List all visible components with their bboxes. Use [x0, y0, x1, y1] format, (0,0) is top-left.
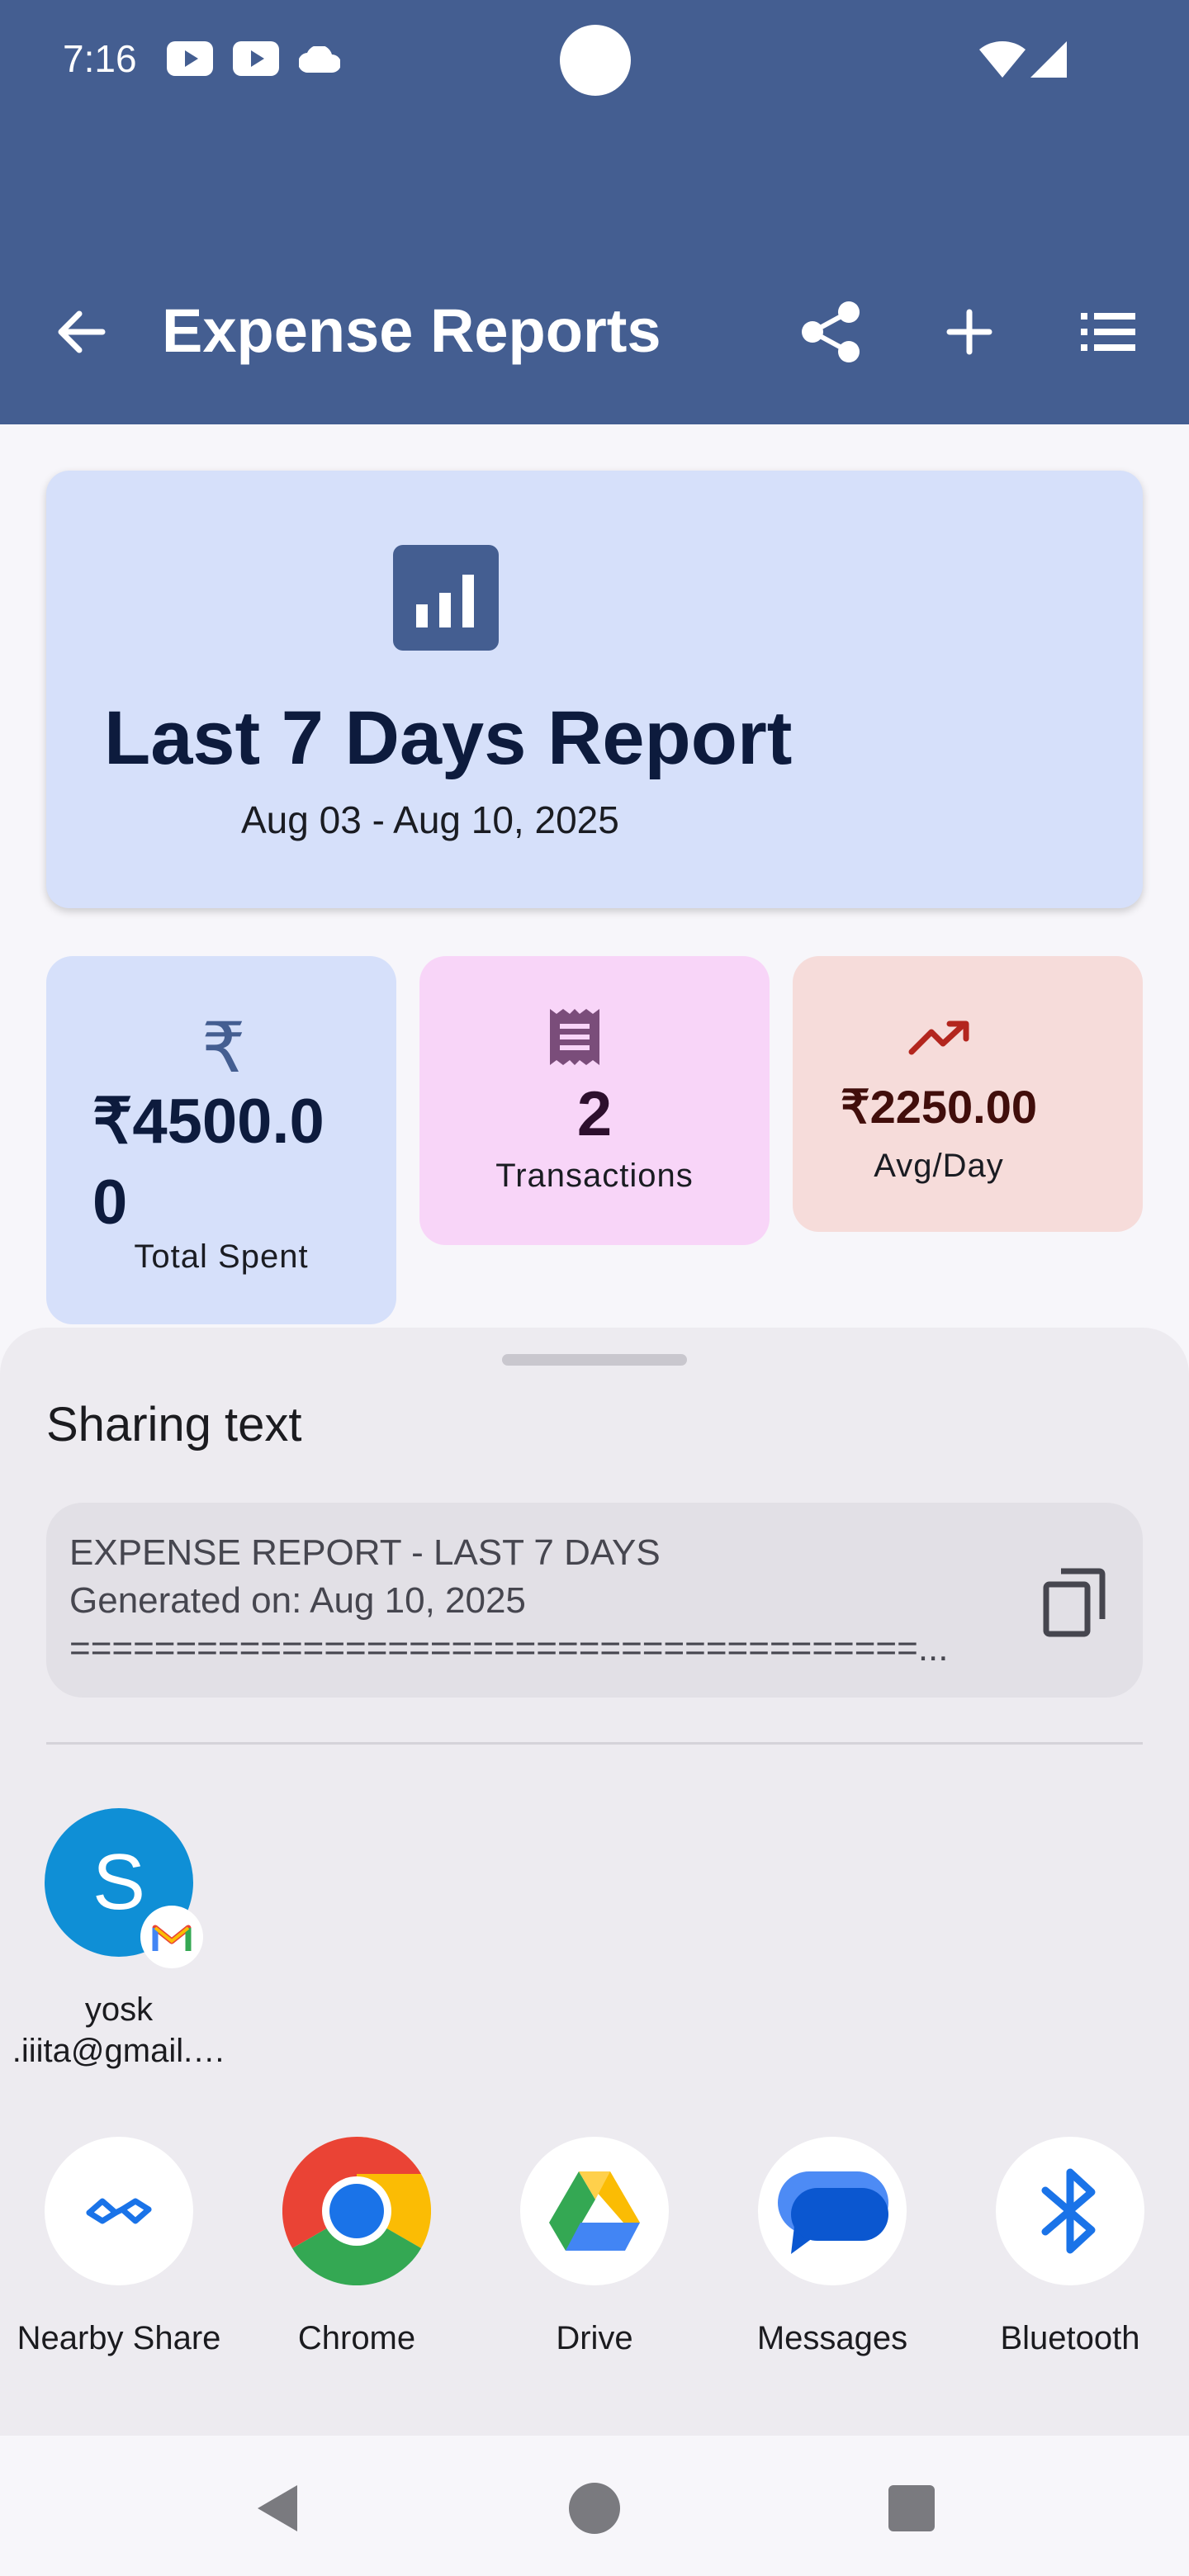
- stat-value: ₹2250.00: [840, 1081, 1038, 1133]
- preview-line: Generated on: Aug 10, 2025: [69, 1580, 526, 1621]
- receipt-icon: [547, 1009, 603, 1069]
- report-date-range: Aug 03 - Aug 10, 2025: [241, 798, 619, 841]
- preview-line: EXPENSE REPORT - LAST 7 DAYS: [69, 1532, 661, 1573]
- stat-card-total-spent: ₹ ₹4500.0 0 Total Spent: [46, 956, 396, 1324]
- share-icon: [802, 301, 860, 362]
- add-icon: [946, 309, 992, 355]
- youtube-icon: [167, 41, 213, 80]
- nav-back-button[interactable]: [244, 2475, 310, 2541]
- messages-icon: [758, 2137, 907, 2285]
- chrome-icon: [282, 2137, 431, 2285]
- page-title: Expense Reports: [162, 296, 661, 365]
- share-sheet-title: Sharing text: [46, 1398, 302, 1451]
- youtube-icon: [233, 41, 279, 80]
- rupee-icon: ₹: [201, 1007, 246, 1088]
- share-button[interactable]: [796, 297, 865, 367]
- home-circle-icon: [569, 2483, 620, 2534]
- bluetooth-icon: [996, 2137, 1144, 2285]
- status-bar: 7:16: [0, 0, 1189, 116]
- share-target-drive[interactable]: Drive: [476, 2137, 713, 2384]
- avatar-initial: S: [92, 1838, 146, 1926]
- contact-name-line1: yosk: [84, 1991, 154, 2028]
- direct-share-contact[interactable]: S yosk .iiita@gmail.…: [12, 1808, 226, 2081]
- share-target-nearby-share[interactable]: Nearby Share: [0, 2137, 238, 2384]
- report-header-card: Last 7 Days Report Aug 03 - Aug 10, 2025: [46, 471, 1143, 908]
- wifi-icon: [979, 40, 1026, 82]
- stat-label: Avg/Day: [874, 1148, 1004, 1184]
- nav-recents-button[interactable]: [879, 2475, 945, 2541]
- divider: [46, 1742, 1143, 1745]
- app-label: Chrome: [297, 2320, 416, 2356]
- trending-up-icon: [908, 1019, 971, 1059]
- recents-square-icon: [888, 2485, 935, 2531]
- app-label: Messages: [756, 2320, 908, 2356]
- list-button[interactable]: [1073, 297, 1143, 367]
- app-label: Nearby Share: [17, 2320, 221, 2356]
- back-arrow-icon: [58, 310, 106, 353]
- app-label: Bluetooth: [1000, 2320, 1140, 2356]
- gmail-icon: [140, 1906, 203, 1968]
- share-target-bluetooth[interactable]: Bluetooth: [951, 2137, 1189, 2384]
- preview-line: ========================================…: [69, 1628, 949, 1669]
- status-time: 7:16: [63, 37, 137, 80]
- stat-label: Transactions: [495, 1158, 694, 1194]
- list-icon: [1081, 313, 1135, 351]
- text-preview: EXPENSE REPORT - LAST 7 DAYS Generated o…: [46, 1503, 1143, 1698]
- share-target-messages[interactable]: Messages: [713, 2137, 951, 2384]
- stat-card-avg-per-day: ₹2250.00 Avg/Day: [793, 956, 1143, 1232]
- front-camera: [560, 25, 631, 96]
- stat-label: Total Spent: [134, 1238, 309, 1275]
- signal-icon: [1030, 41, 1067, 82]
- back-triangle-icon: [258, 2485, 297, 2531]
- stat-value-line1: ₹4500.0: [92, 1087, 324, 1157]
- nav-home-button[interactable]: [561, 2475, 628, 2541]
- contact-name-line2: .iiita@gmail.…: [12, 2033, 226, 2069]
- bar-chart-icon: [393, 545, 499, 651]
- stat-value: ₹4500.0 0: [92, 1082, 324, 1243]
- copy-button[interactable]: [1029, 1557, 1120, 1648]
- copy-icon: [1043, 1568, 1106, 1637]
- share-sheet: Sharing text EXPENSE REPORT - LAST 7 DAY…: [0, 1328, 1189, 2436]
- app-label: Drive: [556, 2320, 633, 2356]
- stat-card-transactions: 2 Transactions: [419, 956, 770, 1245]
- report-title: Last 7 Days Report: [104, 696, 793, 780]
- share-target-chrome[interactable]: Chrome: [238, 2137, 476, 2384]
- stat-value-line2: 0: [92, 1167, 128, 1238]
- back-button[interactable]: [46, 297, 116, 367]
- add-button[interactable]: [935, 297, 1004, 367]
- cloud-icon: [297, 45, 341, 77]
- nearby-share-icon: [45, 2137, 193, 2285]
- stat-value: 2: [576, 1079, 613, 1149]
- drag-handle[interactable]: [502, 1354, 687, 1366]
- drive-icon: [520, 2137, 669, 2285]
